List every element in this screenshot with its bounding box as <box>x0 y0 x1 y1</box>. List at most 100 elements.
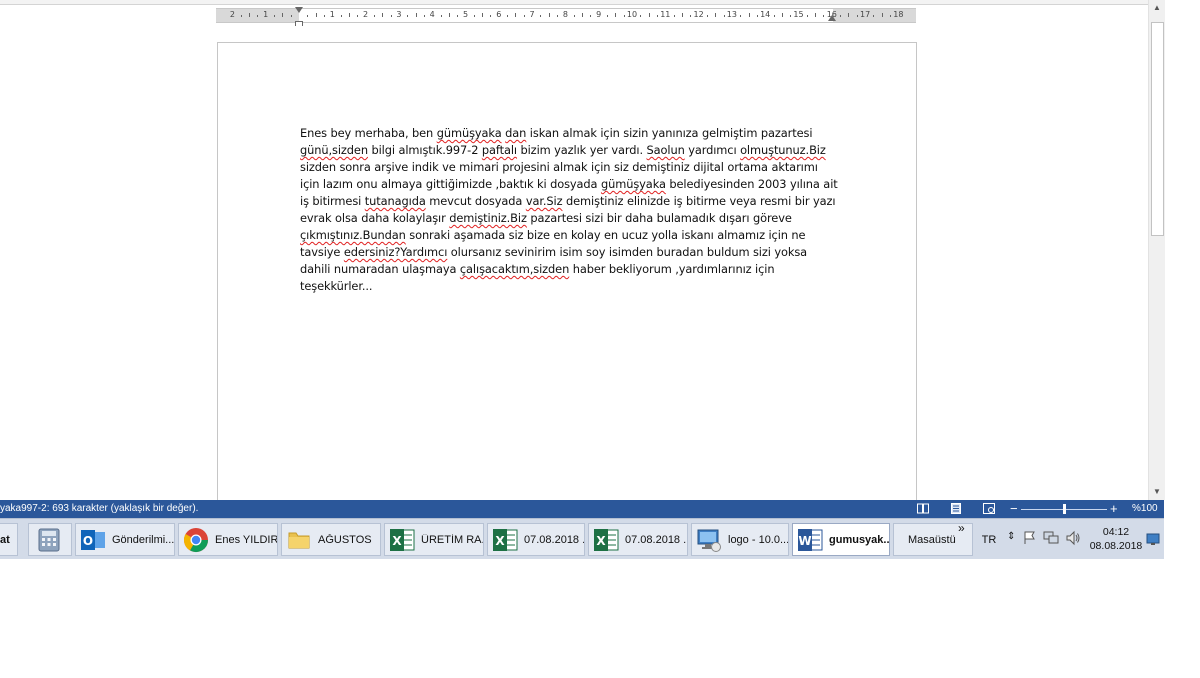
ruler-tick-mark <box>573 15 575 17</box>
word-count-status[interactable]: yaka997-2: 693 karakter (yaklaşık bir de… <box>0 500 198 518</box>
ruler-tick-mark <box>557 15 559 17</box>
ruler-tick-mark <box>615 13 617 17</box>
system-clock[interactable]: 04:12 08.08.2018 <box>1086 525 1146 553</box>
zoom-out-button[interactable]: − <box>1010 500 1018 518</box>
ruler-tick-mark <box>681 13 683 17</box>
ruler-tick-mark <box>482 13 484 17</box>
svg-text:X: X <box>495 534 505 548</box>
text-run[interactable]: pazartesi sizi bir daha bulamadık dışarı… <box>527 211 792 225</box>
zoom-slider-thumb[interactable] <box>1063 504 1066 514</box>
ruler-tick-mark <box>348 13 350 17</box>
ruler-tick-mark <box>440 15 442 17</box>
word-icon: W <box>797 527 823 553</box>
text-run[interactable]: Enes bey merhaba, ben <box>300 126 437 140</box>
tray-overflow-icon[interactable]: ⇕ <box>1007 531 1015 542</box>
ruler-tick-mark <box>423 15 425 17</box>
start-button-fragment[interactable]: lat <box>0 523 18 556</box>
document-page[interactable]: Enes bey merhaba, ben gümüşyaka dan iska… <box>217 42 917 513</box>
taskbar-item-excel-uretim[interactable]: X ÜRETİM RA... <box>384 523 484 556</box>
document-body-text[interactable]: Enes bey merhaba, ben gümüşyaka dan iska… <box>300 125 840 295</box>
ruler-tick-mark <box>415 13 417 17</box>
ruler-tick-mark <box>607 15 609 17</box>
print-layout-icon[interactable] <box>950 503 962 514</box>
volume-icon[interactable] <box>1065 530 1081 546</box>
scroll-down-arrow-icon[interactable]: ▼ <box>1149 484 1165 500</box>
first-line-indent-marker[interactable] <box>295 7 303 13</box>
text-run[interactable]: iskan almak için sizin yanınıza gelmişti… <box>526 126 813 140</box>
vertical-scrollbar[interactable]: ▲ ▼ <box>1148 0 1165 500</box>
taskbar-item-excel-0708-b[interactable]: X 07.08.2018 ... <box>588 523 688 556</box>
excel-icon: X <box>593 527 619 553</box>
ruler-tick-label: 9 <box>596 10 602 19</box>
calculator-icon <box>36 527 62 553</box>
network-icon[interactable] <box>1043 531 1059 545</box>
scroll-up-arrow-icon[interactable]: ▲ <box>1149 0 1165 16</box>
ruler-tick-label: 18 <box>893 10 904 19</box>
ruler-tick-label: 2 <box>229 10 235 19</box>
ruler-tick-mark <box>590 15 592 17</box>
misspelled-word[interactable]: var.Siz <box>526 194 563 208</box>
language-indicator[interactable]: TR <box>975 523 1003 556</box>
misspelled-word[interactable]: dan <box>505 126 526 140</box>
zoom-level[interactable]: %100 <box>1132 500 1158 518</box>
text-run[interactable]: bilgi almıştık.997-2 <box>368 143 482 157</box>
misspelled-word[interactable]: gümüşyaka <box>601 177 666 191</box>
misspelled-word[interactable]: tutanagıda <box>365 194 426 208</box>
ruler-tick-label: 10 <box>626 10 638 19</box>
svg-text:W: W <box>798 534 811 548</box>
ruler-tick-mark <box>848 13 850 17</box>
text-run[interactable]: mevcut dosyada <box>426 194 526 208</box>
action-center-flag-icon[interactable] <box>1023 531 1037 545</box>
ruler-tick-mark <box>340 15 342 17</box>
ruler-tick-mark <box>648 13 650 17</box>
taskbar-item-excel-0708-a[interactable]: X 07.08.2018 ... <box>487 523 585 556</box>
ruler-tick-mark <box>806 15 808 17</box>
ruler-tick-mark <box>890 15 892 17</box>
ruler-tick-mark <box>490 15 492 17</box>
taskbar-item-outlook[interactable]: O Gönderilmi... <box>75 523 175 556</box>
misspelled-word[interactable]: edersiniz?Yardımcı <box>344 245 448 259</box>
ruler-tick-label: 14 <box>760 10 771 19</box>
ruler-tick-label: 15 <box>793 10 804 19</box>
ruler-tick-mark <box>315 13 317 17</box>
ruler-tick-label: 5 <box>462 10 469 19</box>
ruler-tick-mark <box>390 15 392 17</box>
taskbar-item-calculator[interactable] <box>28 523 72 556</box>
taskbar-item-chrome[interactable]: Enes YILDIR... <box>178 523 278 556</box>
ruler-tick-mark <box>307 15 309 17</box>
text-run[interactable]: bizim yazlık yer vardı. <box>517 143 647 157</box>
misspelled-word[interactable]: çıkmıştınız.Bundan <box>300 228 406 242</box>
misspelled-word[interactable]: Saolun <box>647 143 685 157</box>
toolbar-chevron-icon[interactable]: » <box>958 521 965 535</box>
misspelled-word[interactable]: olmuştunuz.Biz <box>740 143 826 157</box>
horizontal-ruler[interactable]: 2 1 1 2 3 4 5 6 7 8 9 10 11 12 13 14 15 16 17 18 <box>216 7 916 28</box>
taskbar-item-remote-desktop[interactable]: logo - 10.0.... <box>691 523 789 556</box>
web-layout-icon[interactable] <box>983 503 995 514</box>
zoom-in-button[interactable]: + <box>1110 500 1118 518</box>
misspelled-word[interactable]: paftalı <box>482 143 517 157</box>
excel-icon: X <box>492 527 518 553</box>
misspelled-word[interactable]: çalışacaktım,sizden <box>460 262 569 276</box>
ruler-tick-mark <box>448 13 450 17</box>
ruler-tick-mark <box>507 15 509 17</box>
misspelled-word[interactable]: günü,sizden <box>300 143 368 157</box>
ruler-tick-mark <box>540 15 542 17</box>
misspelled-word[interactable]: gümüşyaka <box>437 126 502 140</box>
show-desktop-icon[interactable] <box>1146 533 1160 545</box>
svg-text:X: X <box>392 534 402 548</box>
scrollbar-thumb[interactable] <box>1151 22 1164 236</box>
taskbar-item-word[interactable]: W gumusyak... <box>792 523 890 556</box>
ruler-tick-mark <box>815 13 817 17</box>
ruler-tick-mark <box>640 15 642 17</box>
document-canvas[interactable]: Enes bey merhaba, ben gümüşyaka dan iska… <box>0 26 1148 513</box>
text-run[interactable]: yardımcı <box>685 143 740 157</box>
ruler-tick-label: 16 <box>826 10 837 19</box>
ruler-tick-mark <box>756 15 758 17</box>
ruler-tick-mark <box>548 13 550 17</box>
taskbar-item-folder[interactable]: AĞUSTOS <box>281 523 381 556</box>
read-mode-icon[interactable] <box>917 503 929 514</box>
ruler-tick-mark <box>373 15 375 17</box>
taskbar: lat O Gönderilmi... Enes YILDIR... AĞUST… <box>0 518 1164 559</box>
misspelled-word[interactable]: demiştiniz.Biz <box>449 211 527 225</box>
ruler-tick-mark <box>274 15 276 17</box>
